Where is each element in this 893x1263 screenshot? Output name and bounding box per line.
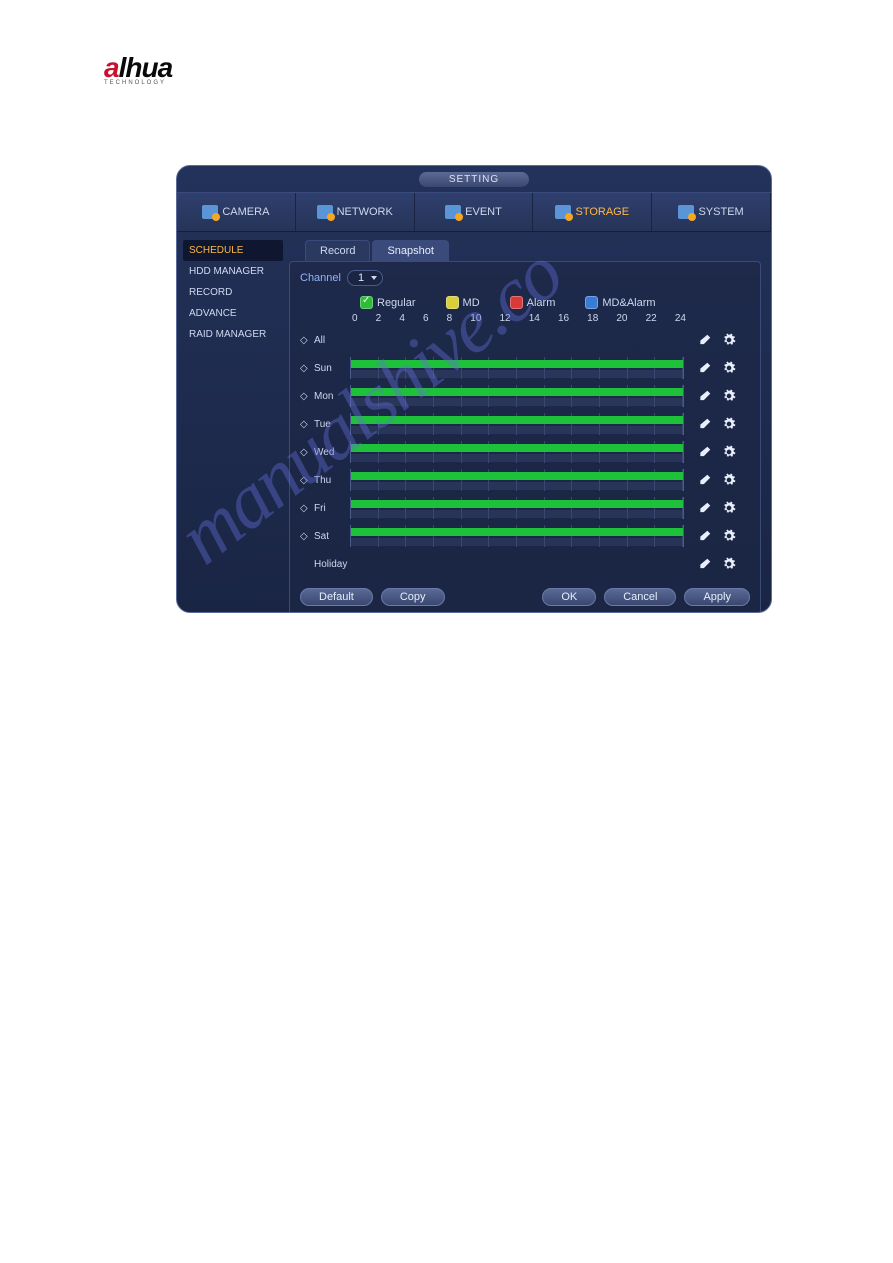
tab-record[interactable]: Record [305,240,370,261]
network-icon [317,205,333,219]
schedule-row-holiday: Holiday [300,550,750,578]
nav-event[interactable]: EVENT [415,193,534,231]
storage-icon [555,205,571,219]
camera-icon [202,205,218,219]
tabs: Record Snapshot [305,240,761,261]
legend-mdalarm[interactable]: MD&Alarm [585,296,655,309]
eraser-icon[interactable] [698,473,712,487]
time-axis: 024681012141618202224 [352,313,686,324]
day-label: Tue [310,419,350,430]
link-toggle[interactable]: ◇ [300,503,310,514]
main-panel: Record Snapshot Channel 1 Regular MD Ala… [289,232,771,612]
timeline-bar[interactable] [350,441,684,463]
eraser-icon[interactable] [698,417,712,431]
window-title: SETTING [419,172,529,187]
titlebar: SETTING [177,166,771,192]
sidebar-item-advance[interactable]: ADVANCE [183,303,283,324]
timeline-bar[interactable] [350,357,684,379]
legend-md[interactable]: MD [446,296,480,309]
link-toggle[interactable]: ◇ [300,335,310,346]
legend-regular[interactable]: Regular [360,296,416,309]
channel-select[interactable]: 1 [347,270,383,286]
apply-button[interactable]: Apply [684,588,750,606]
day-label: Sun [310,363,350,374]
link-toggle[interactable]: ◇ [300,447,310,458]
top-nav: CAMERA NETWORK EVENT STORAGE SYSTEM [177,192,771,232]
copy-button[interactable]: Copy [381,588,445,606]
tab-snapshot[interactable]: Snapshot [372,240,448,261]
schedule-row-mon: ◇ Mon [300,382,750,410]
timeline-bar[interactable] [350,553,684,575]
schedule-row-wed: ◇ Wed [300,438,750,466]
eraser-icon[interactable] [698,557,712,571]
schedule-row-thu: ◇ Thu [300,466,750,494]
checkbox-mdalarm-icon [585,296,598,309]
day-label: Holiday [310,559,350,570]
day-label: Sat [310,531,350,542]
legend: Regular MD Alarm MD&Alarm [360,296,750,309]
nav-system[interactable]: SYSTEM [652,193,771,231]
gear-icon[interactable] [722,417,736,431]
timeline-bar[interactable] [350,497,684,519]
cancel-button[interactable]: Cancel [604,588,676,606]
eraser-icon[interactable] [698,529,712,543]
eraser-icon[interactable] [698,361,712,375]
gear-icon[interactable] [722,557,736,571]
event-icon [445,205,461,219]
timeline-bar[interactable] [350,413,684,435]
timeline-bar[interactable] [350,469,684,491]
gear-icon[interactable] [722,333,736,347]
button-row: Default Copy OK Cancel Apply [300,588,750,606]
ok-button[interactable]: OK [542,588,596,606]
eraser-icon[interactable] [698,501,712,515]
default-button[interactable]: Default [300,588,373,606]
sidebar-item-raid-manager[interactable]: RAID MANAGER [183,324,283,345]
system-icon [678,205,694,219]
schedule-row-fri: ◇ Fri [300,494,750,522]
link-toggle[interactable]: ◇ [300,419,310,430]
eraser-icon[interactable] [698,333,712,347]
timeline-bar[interactable] [350,385,684,407]
link-toggle[interactable]: ◇ [300,363,310,374]
schedule-panel: Channel 1 Regular MD Alarm MD&Alarm 0246… [289,261,761,613]
brand-logo: alhua TECHNOLOGY [104,52,172,86]
checkbox-regular-icon [360,296,373,309]
day-label: Fri [310,503,350,514]
checkbox-md-icon [446,296,459,309]
sidebar-item-hdd-manager[interactable]: HDD MANAGER [183,261,283,282]
gear-icon[interactable] [722,473,736,487]
channel-label: Channel [300,272,341,284]
sidebar-item-record[interactable]: RECORD [183,282,283,303]
gear-icon[interactable] [722,529,736,543]
eraser-icon[interactable] [698,389,712,403]
checkbox-alarm-icon [510,296,523,309]
schedule-row-sun: ◇ Sun [300,354,750,382]
legend-alarm[interactable]: Alarm [510,296,556,309]
gear-icon[interactable] [722,501,736,515]
timeline-bar[interactable] [350,329,684,351]
day-label: All [310,335,350,346]
gear-icon[interactable] [722,361,736,375]
day-label: Wed [310,447,350,458]
day-label: Mon [310,391,350,402]
nav-storage[interactable]: STORAGE [533,193,652,231]
link-toggle[interactable]: ◇ [300,391,310,402]
sidebar-item-schedule[interactable]: SCHEDULE [183,240,283,261]
gear-icon[interactable] [722,389,736,403]
gear-icon[interactable] [722,445,736,459]
app-window: SETTING CAMERA NETWORK EVENT STORAGE SYS… [176,165,772,613]
day-label: Thu [310,475,350,486]
link-toggle[interactable]: ◇ [300,531,310,542]
nav-network[interactable]: NETWORK [296,193,415,231]
link-toggle[interactable]: ◇ [300,475,310,486]
schedule-row-all: ◇ All [300,326,750,354]
schedule-row-tue: ◇ Tue [300,410,750,438]
nav-camera[interactable]: CAMERA [177,193,296,231]
timeline-bar[interactable] [350,525,684,547]
eraser-icon[interactable] [698,445,712,459]
schedule-row-sat: ◇ Sat [300,522,750,550]
sidebar: SCHEDULE HDD MANAGER RECORD ADVANCE RAID… [177,232,289,612]
